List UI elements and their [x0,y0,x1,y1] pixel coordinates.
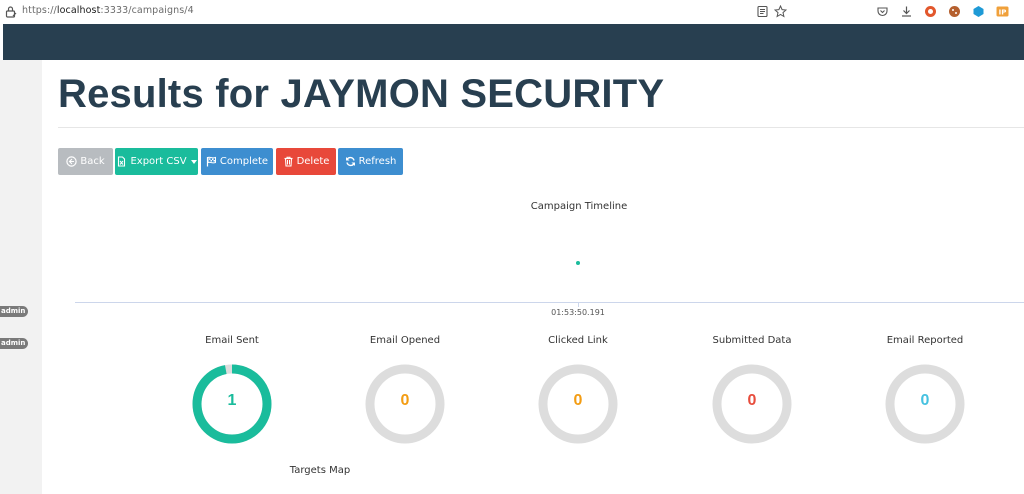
lock-icon[interactable] [5,5,17,18]
stat-label-email-reported: Email Reported [886,335,964,346]
caret-down-icon [190,159,197,164]
timeline-tick-label: 01:53:50.191 [551,308,605,317]
bookmark-star-icon[interactable] [774,5,787,18]
browser-toolbar: https://localhost:3333/campaigns/4 IP [0,0,1024,24]
export-csv-label: Export CSV [130,156,187,167]
arrow-circle-left-icon [66,156,78,167]
refresh-label: Refresh [358,156,397,167]
extension-red-icon[interactable] [924,5,937,18]
stat-value-email-sent: 1 [227,392,237,409]
timeline-tick [578,302,579,307]
delete-label: Delete [296,156,330,167]
sidebar [0,60,42,494]
svg-text:IP: IP [999,9,1007,17]
refresh-button[interactable]: Refresh [338,148,403,175]
stat-value-email-opened: 0 [400,392,410,409]
top-navbar [3,24,1024,60]
delete-button[interactable]: Delete [276,148,336,175]
timeline-title: Campaign Timeline [530,201,628,212]
stat-value-submitted-data: 0 [747,392,757,409]
extension-ip-icon[interactable]: IP [996,5,1009,18]
timeline-axis [75,302,1024,303]
stat-label-email-sent: Email Sent [205,335,259,346]
complete-button[interactable]: Complete [201,148,273,175]
url-host: localhost [56,5,101,16]
reader-view-icon[interactable] [756,5,769,18]
pocket-icon[interactable] [876,5,889,18]
stat-value-clicked-link: 0 [573,392,583,409]
export-csv-button[interactable]: Export CSV [115,148,198,175]
url-path: :3333/campaigns/4 [100,5,194,16]
stat-value-email-reported: 0 [920,392,930,409]
file-excel-icon [118,156,126,167]
flag-checkered-icon [206,156,216,167]
timeline-event-point[interactable] [576,261,580,265]
targets-map-title: Targets Map [289,465,351,476]
sidebar-admin-badge: admin [0,338,28,349]
url-bar[interactable]: https://localhost:3333/campaigns/4 [22,5,194,16]
page-title: Results for JAYMON SECURITY [58,72,665,116]
trash-icon [284,156,293,167]
extension-blue-icon[interactable] [972,5,985,18]
download-icon[interactable] [900,5,913,18]
refresh-icon [345,156,355,167]
extension-cookie-icon[interactable] [948,5,961,18]
title-divider [58,127,1024,128]
back-button-label: Back [80,156,105,167]
sidebar-admin-badge: admin [0,306,28,317]
stat-label-submitted-data: Submitted Data [712,335,792,346]
back-button[interactable]: Back [58,148,113,175]
complete-label: Complete [219,156,269,167]
stat-label-email-opened: Email Opened [369,335,441,346]
stat-label-clicked-link: Clicked Link [548,335,608,346]
url-scheme: https:// [22,5,57,16]
